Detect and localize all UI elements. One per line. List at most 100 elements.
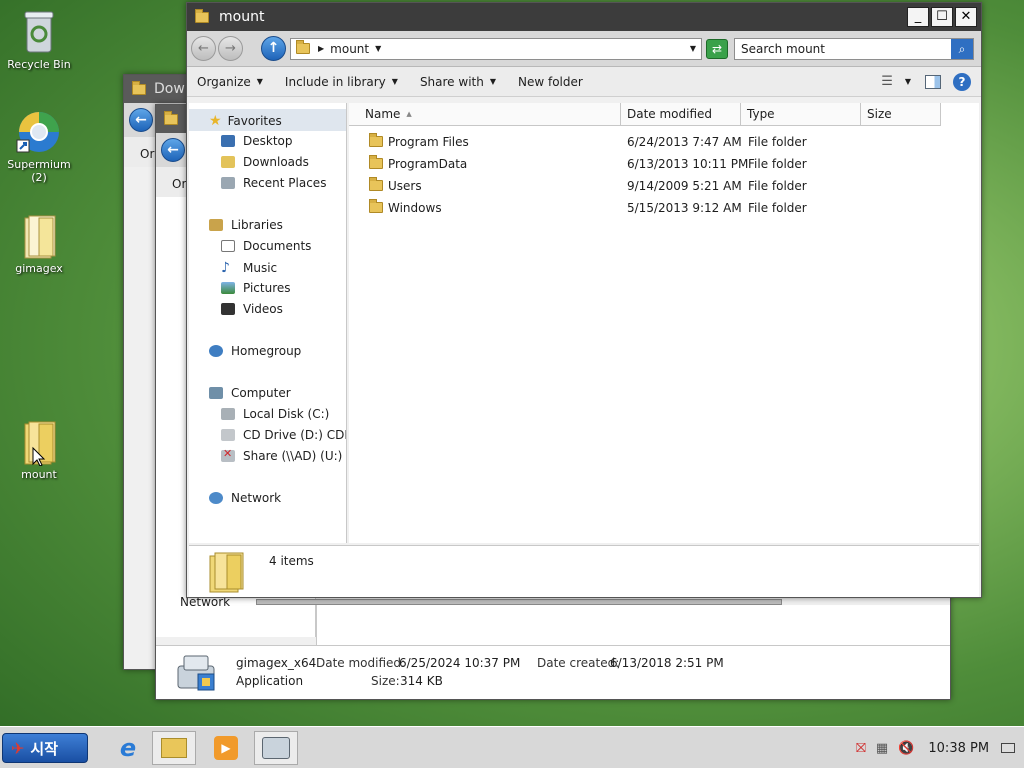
downloads-icon <box>221 156 235 168</box>
up-button[interactable]: ↑ <box>261 36 286 61</box>
column-header-name[interactable]: Name ▲ <box>349 103 621 126</box>
file-row[interactable]: Windows 5/15/2013 9:12 AM File folder <box>349 197 949 219</box>
nav-item-recent-places[interactable]: Recent Places <box>221 176 326 190</box>
desktop-icon-label: Supermium (2) <box>7 158 71 184</box>
nav-item-desktop[interactable]: Desktop <box>221 134 293 148</box>
file-row[interactable]: ProgramData 6/13/2013 10:11 PM File fold… <box>349 153 949 175</box>
include-in-library-button[interactable]: Include in library ▼ <box>285 75 398 89</box>
details-pane: 4 items <box>189 545 979 597</box>
help-icon[interactable]: ? <box>953 72 971 91</box>
desktop-icon-mount[interactable]: mount <box>0 418 78 481</box>
breadcrumb-dropdown-icon[interactable]: ▼ <box>375 44 381 53</box>
breadcrumb-mount[interactable]: mount <box>330 42 369 56</box>
system-tray: ⛝ ▦ 🔇 10:38 PM <box>844 727 1024 768</box>
details-date-created: 6/13/2018 2:51 PM <box>610 656 724 670</box>
security-alert-icon[interactable]: ⛝ <box>856 741 866 756</box>
nav-item-documents[interactable]: Documents <box>221 239 311 253</box>
details-date-created-label: Date created: <box>537 656 620 670</box>
view-options-icon[interactable]: ☰ <box>881 74 893 89</box>
nav-item-music[interactable]: ♪ Music <box>221 260 277 276</box>
address-history-dropdown-icon[interactable]: ▼ <box>690 44 696 53</box>
details-size-label: Size: <box>371 674 400 688</box>
close-button[interactable]: ✕ <box>955 7 977 27</box>
media-player-icon: ▶ <box>214 736 238 760</box>
taskbar-media-player[interactable]: ▶ <box>204 731 248 765</box>
window-title: Dow <box>154 81 185 97</box>
start-label: 시작 <box>30 739 59 758</box>
preview-pane-icon[interactable] <box>925 74 941 89</box>
show-desktop-icon[interactable] <box>1001 743 1016 753</box>
folder-icon <box>369 177 383 191</box>
file-pane <box>316 605 950 645</box>
search-icon[interactable]: ⌕ <box>951 38 973 59</box>
clock[interactable]: 10:38 PM <box>928 741 989 756</box>
music-icon: ♪ <box>221 260 230 276</box>
back-button[interactable]: ← <box>129 108 153 132</box>
recent-places-icon <box>221 177 235 189</box>
folder-icon <box>369 133 383 147</box>
nav-item-share[interactable]: ✕ Share (\\AD) (U:) <box>221 447 342 463</box>
volume-muted-icon[interactable]: 🔇 <box>898 741 914 756</box>
nav-item-downloads[interactable]: Downloads <box>221 155 309 169</box>
nav-item-cd-drive[interactable]: CD Drive (D:) CDROM <box>221 428 346 442</box>
folder-icon <box>24 215 56 259</box>
sort-ascending-icon: ▲ <box>406 110 412 118</box>
file-name: Users <box>388 179 422 193</box>
breadcrumb-separator-icon[interactable]: ▶ <box>318 44 324 53</box>
file-row[interactable]: Program Files 6/24/2013 7:47 AM File fol… <box>349 131 949 153</box>
desktop-icon-label: gimagex <box>15 262 63 275</box>
taskbar-windows-explorer[interactable] <box>152 731 196 765</box>
desktop-icon-supermium[interactable]: Supermium (2) <box>0 110 78 184</box>
nav-item-local-disk[interactable]: Local Disk (C:) <box>221 407 329 421</box>
address-bar[interactable]: ▶ mount ▼ ▼ <box>290 37 702 60</box>
disconnected-network-drive-icon: ✕ <box>221 447 235 462</box>
taskbar: ✈ 시작 e ▶ ⛝ ▦ 🔇 10:38 PM <box>0 726 1024 768</box>
forward-button[interactable]: → <box>218 36 243 61</box>
start-button[interactable]: ✈ 시작 <box>2 733 88 763</box>
file-date: 6/24/2013 7:47 AM <box>627 135 742 149</box>
column-header-date-modified[interactable]: Date modified <box>621 103 741 126</box>
desktop-icon-gimagex[interactable]: gimagex <box>0 212 78 275</box>
folder-icon <box>296 40 310 54</box>
refresh-button[interactable]: ⇄ <box>706 38 728 59</box>
organize-button[interactable]: Organize ▼ <box>197 75 263 89</box>
back-button[interactable]: ← <box>161 138 185 162</box>
view-dropdown-icon[interactable]: ▼ <box>905 77 911 86</box>
file-row[interactable]: Users 9/14/2009 5:21 AM File folder <box>349 175 949 197</box>
back-button[interactable]: ← <box>191 36 216 61</box>
details-size: 314 KB <box>400 674 443 688</box>
details-pane: gimagex_x64 Application Date modified: 6… <box>156 645 950 699</box>
window-title: mount <box>219 9 265 25</box>
nav-item-homegroup[interactable]: Homegroup <box>209 344 301 358</box>
network-status-icon[interactable]: ▦ <box>876 741 888 756</box>
nav-item-favorites[interactable]: ★ Favorites <box>209 113 282 129</box>
search-placeholder: Search mount <box>741 41 825 56</box>
share-with-button[interactable]: Share with ▼ <box>420 75 496 89</box>
window-titlebar[interactable]: Dow <box>124 75 192 103</box>
nav-item-videos[interactable]: Videos <box>221 302 283 316</box>
nav-item-computer[interactable]: Computer <box>209 386 291 400</box>
command-toolbar: Organize ▼ Include in library ▼ Share with… <box>187 67 981 97</box>
window-titlebar[interactable]: mount _ ☐ ✕ <box>187 3 981 31</box>
taskbar-gimagex[interactable] <box>254 731 298 765</box>
maximize-button[interactable]: ☐ <box>931 7 953 27</box>
desktop-icon-recycle-bin[interactable]: Recycle Bin <box>0 8 78 71</box>
explorer-window-mount[interactable]: mount _ ☐ ✕ ← → ↑ ▶ mount ▼ ▼ ⇄ Search m… <box>186 2 982 598</box>
nav-item-network[interactable]: Network <box>209 491 281 505</box>
taskbar-internet-explorer[interactable]: e <box>106 731 150 765</box>
new-folder-button[interactable]: New folder <box>518 75 583 89</box>
minimize-button[interactable]: _ <box>907 7 929 27</box>
folder-icon <box>209 552 244 593</box>
documents-icon <box>221 240 235 252</box>
column-header-size[interactable]: Size <box>861 103 941 126</box>
nav-item-libraries[interactable]: Libraries <box>209 218 283 232</box>
file-date: 5/15/2013 9:12 AM <box>627 201 742 215</box>
windows-explorer-icon <box>161 738 187 758</box>
column-header-type[interactable]: Type <box>741 103 861 126</box>
desktop-icon <box>221 135 235 147</box>
start-logo-icon: ✈ <box>11 738 25 758</box>
supermium-browser-icon <box>16 112 59 153</box>
search-input[interactable]: Search mount ⌕ <box>734 37 974 60</box>
nav-item-pictures[interactable]: Pictures <box>221 281 291 295</box>
item-count: 4 items <box>269 554 314 568</box>
